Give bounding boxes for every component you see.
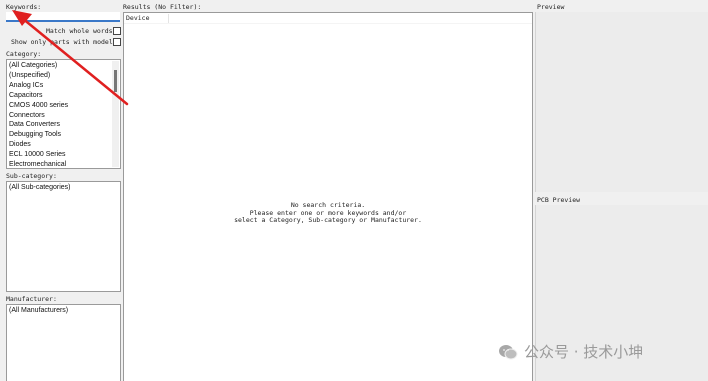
watermark: 公众号 · 技术小坤 bbox=[498, 341, 643, 362]
pick-devices-dialog: Keywords: Match whole words? Show only p… bbox=[0, 0, 708, 381]
annotation-arrow bbox=[12, 10, 129, 106]
wechat-icon bbox=[499, 344, 518, 359]
watermark-text: 公众号 · 技术小坤 bbox=[524, 343, 644, 361]
